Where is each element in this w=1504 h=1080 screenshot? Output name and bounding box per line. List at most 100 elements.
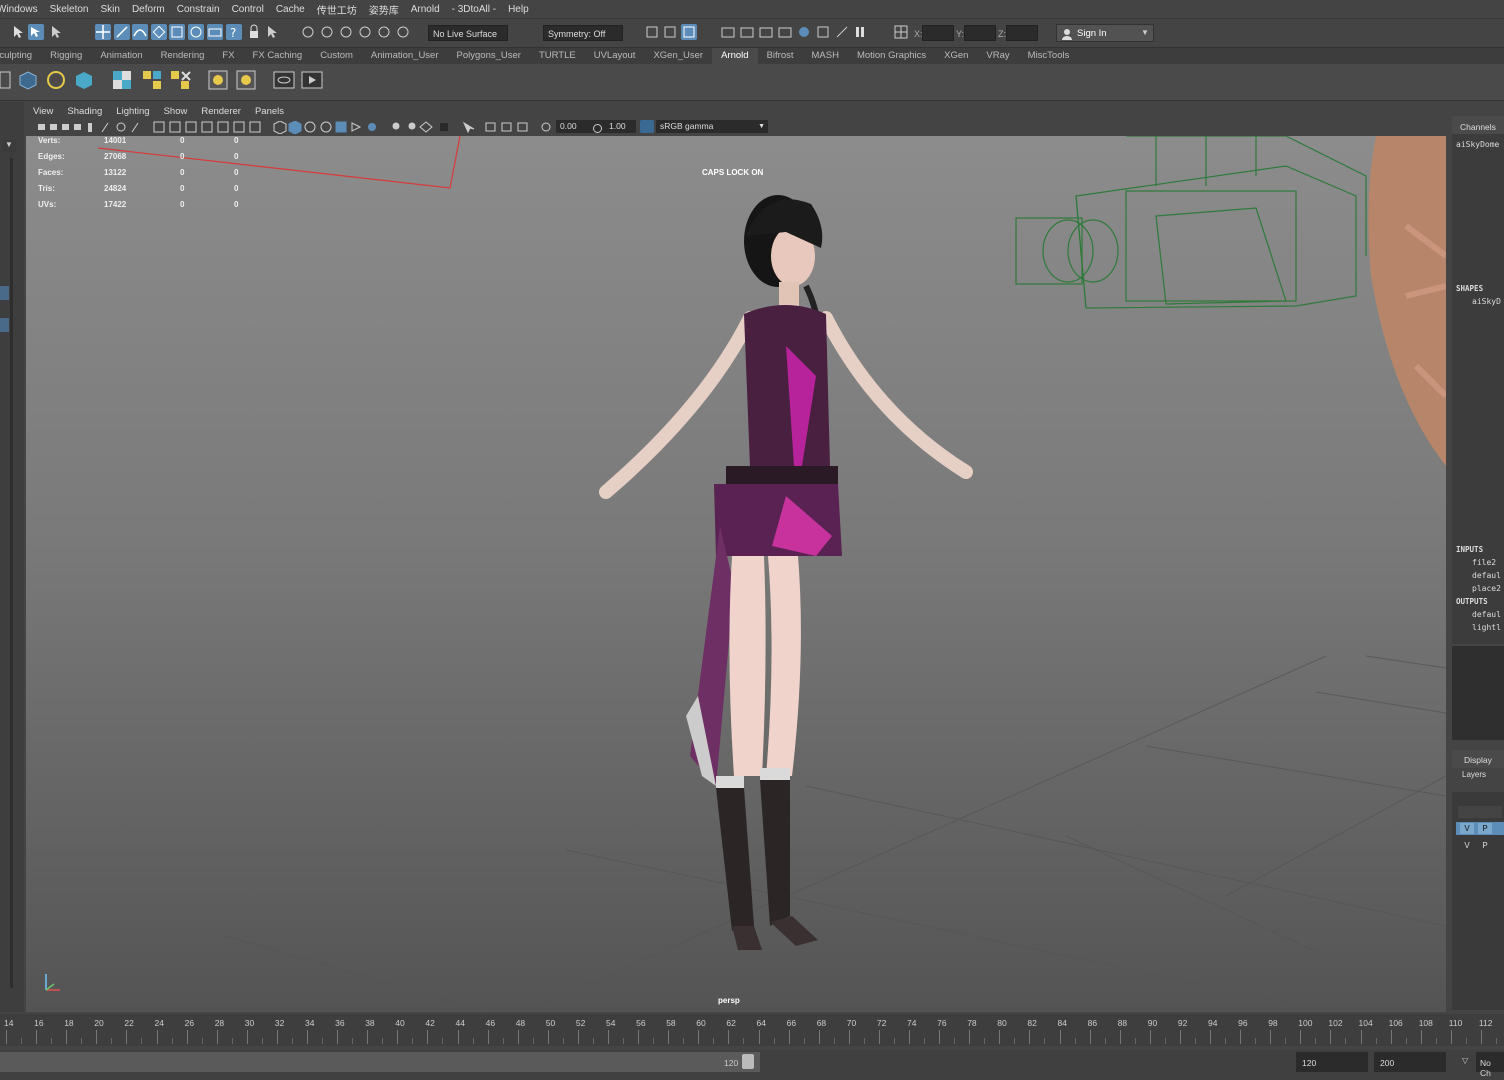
layer-visibility-toggle[interactable]: V: [1460, 840, 1474, 851]
toolbox-item-2[interactable]: [0, 318, 9, 332]
camera-based-icon[interactable]: [681, 24, 697, 40]
menu-constrain[interactable]: Constrain: [172, 4, 227, 15]
input-item[interactable]: file2: [1472, 558, 1496, 567]
tab-uvlayout[interactable]: UVLayout: [585, 48, 645, 64]
shape-item[interactable]: aiSkyD: [1472, 297, 1501, 306]
tab-misctools[interactable]: MiscTools: [1019, 48, 1079, 64]
select-tool-icon[interactable]: [10, 24, 26, 40]
snap-point-icon[interactable]: [151, 24, 167, 40]
live-surface-field[interactable]: No Live Surface: [428, 25, 508, 41]
menu-arnold[interactable]: Arnold: [406, 4, 447, 15]
tab-xgen[interactable]: XGen: [935, 48, 977, 64]
tab-rigging[interactable]: Rigging: [41, 48, 91, 64]
tab-sculpting[interactable]: Sculpting: [0, 48, 41, 64]
tab-custom[interactable]: Custom: [311, 48, 362, 64]
input-item[interactable]: place2: [1472, 584, 1501, 593]
arnold-sphere-icon[interactable]: [44, 68, 68, 92]
toolbox-item-1[interactable]: [0, 286, 9, 300]
menu-pose-library[interactable]: 姿势库: [364, 2, 406, 17]
paint-select-icon[interactable]: [48, 24, 64, 40]
arnold-delete-pattern-icon[interactable]: [168, 68, 192, 92]
snap-view-plane-icon[interactable]: [169, 24, 185, 40]
range-slider[interactable]: [0, 1052, 760, 1072]
arnold-pattern-icon[interactable]: [140, 68, 164, 92]
render-sequence-icon[interactable]: [300, 68, 324, 92]
layer-visibility-toggle[interactable]: V: [1460, 823, 1474, 834]
snap-projected-icon[interactable]: [207, 24, 223, 40]
soft-select-icon[interactable]: [644, 24, 660, 40]
tab-fx[interactable]: FX: [213, 48, 243, 64]
tab-rendering[interactable]: Rendering: [152, 48, 214, 64]
layer-row[interactable]: V P: [1456, 839, 1504, 852]
lasso-tool-icon[interactable]: [28, 24, 44, 40]
ipr-icon[interactable]: [758, 24, 774, 40]
channels-tab[interactable]: Channels: [1452, 116, 1504, 134]
render-preview-icon[interactable]: [272, 68, 296, 92]
viewport-menu-panels[interactable]: Panels: [248, 106, 291, 117]
layer-row-selected[interactable]: V P: [1456, 822, 1504, 835]
chevron-down-icon[interactable]: ▽: [1462, 1056, 1468, 1065]
gamma-field[interactable]: 1.00: [606, 120, 636, 133]
select-highlight-icon[interactable]: [264, 24, 280, 40]
menu-windows[interactable]: Windows: [0, 4, 45, 15]
reflect-icon[interactable]: [662, 24, 678, 40]
object-name[interactable]: aiSkyDome: [1456, 140, 1499, 149]
snap-live-icon[interactable]: [188, 24, 204, 40]
tab-animation[interactable]: Animation: [91, 48, 151, 64]
menu-cache[interactable]: Cache: [271, 4, 312, 15]
render-frame-icon[interactable]: [338, 24, 354, 40]
hypershade-2-icon[interactable]: [796, 24, 812, 40]
layer-playback-toggle[interactable]: P: [1478, 840, 1492, 851]
viewport-menu-show[interactable]: Show: [157, 106, 195, 117]
sign-in-button[interactable]: Sign In ▼: [1056, 24, 1154, 42]
viewport-menu-shading[interactable]: Shading: [60, 106, 109, 117]
display-tab[interactable]: Display: [1452, 750, 1504, 768]
tab-polygons-user[interactable]: Polygons_User: [448, 48, 530, 64]
arnold-checker-icon[interactable]: [110, 68, 134, 92]
arnold-shader-icon[interactable]: [234, 68, 258, 92]
symmetry-dropdown[interactable]: Symmetry: Off: [543, 25, 623, 41]
menu-chuanshi[interactable]: 传世工坊: [312, 2, 364, 17]
render-settings-2-icon[interactable]: [777, 24, 793, 40]
color-management-icon[interactable]: [640, 120, 654, 133]
arnold-material-icon[interactable]: [206, 68, 230, 92]
menu-skin[interactable]: Skin: [96, 4, 127, 15]
pause-icon[interactable]: [852, 24, 868, 40]
tab-xgen-user[interactable]: XGen_User: [644, 48, 712, 64]
history-icon[interactable]: [300, 24, 316, 40]
ipr-render-icon[interactable]: [357, 24, 373, 40]
viewport-toolbar-icons[interactable]: [34, 121, 554, 134]
lock-icon[interactable]: [246, 24, 262, 40]
tab-bifrost[interactable]: Bifrost: [758, 48, 803, 64]
help-query-icon[interactable]: ?: [226, 24, 242, 40]
arnold-ipr-icon[interactable]: [834, 24, 850, 40]
menu-control[interactable]: Control: [227, 4, 271, 15]
tab-animation-user[interactable]: Animation_User: [362, 48, 448, 64]
layer-playback-toggle[interactable]: P: [1478, 823, 1492, 834]
scroll-up-icon[interactable]: ▼: [2, 140, 16, 152]
snap-grid-icon[interactable]: [114, 24, 130, 40]
layers-menu[interactable]: Layers: [1462, 770, 1486, 779]
animation-end-field[interactable]: 200: [1374, 1052, 1446, 1072]
render-settings-icon[interactable]: [376, 24, 392, 40]
playback-end-field[interactable]: 120: [1296, 1052, 1368, 1072]
perspective-viewport[interactable]: Verts: 14001 0 0 Edges: 27068 0 0 Faces: 13122 0…: [26, 136, 1446, 1012]
z-field[interactable]: [1006, 25, 1038, 41]
menu-help[interactable]: Help: [503, 4, 536, 15]
range-slider-handle[interactable]: [742, 1054, 754, 1069]
construction-history-icon[interactable]: [319, 24, 335, 40]
tab-motion-graphics[interactable]: Motion Graphics: [848, 48, 935, 64]
tab-mash[interactable]: MASH: [803, 48, 848, 64]
color-space-dropdown[interactable]: sRGB gamma ▼: [656, 120, 768, 133]
viewport-menu-renderer[interactable]: Renderer: [194, 106, 248, 117]
tab-fx-caching[interactable]: FX Caching: [244, 48, 312, 64]
viewport-menu-lighting[interactable]: Lighting: [109, 106, 156, 117]
render-view-icon[interactable]: [720, 24, 736, 40]
viewport-menu-view[interactable]: View: [26, 106, 60, 117]
tab-turtle[interactable]: TURTLE: [530, 48, 585, 64]
menu-skeleton[interactable]: Skeleton: [45, 4, 96, 15]
render-current-icon[interactable]: [739, 24, 755, 40]
input-item[interactable]: defaul: [1472, 571, 1501, 580]
hypershade-icon[interactable]: [395, 24, 411, 40]
character-set-field[interactable]: No Ch: [1476, 1052, 1504, 1078]
